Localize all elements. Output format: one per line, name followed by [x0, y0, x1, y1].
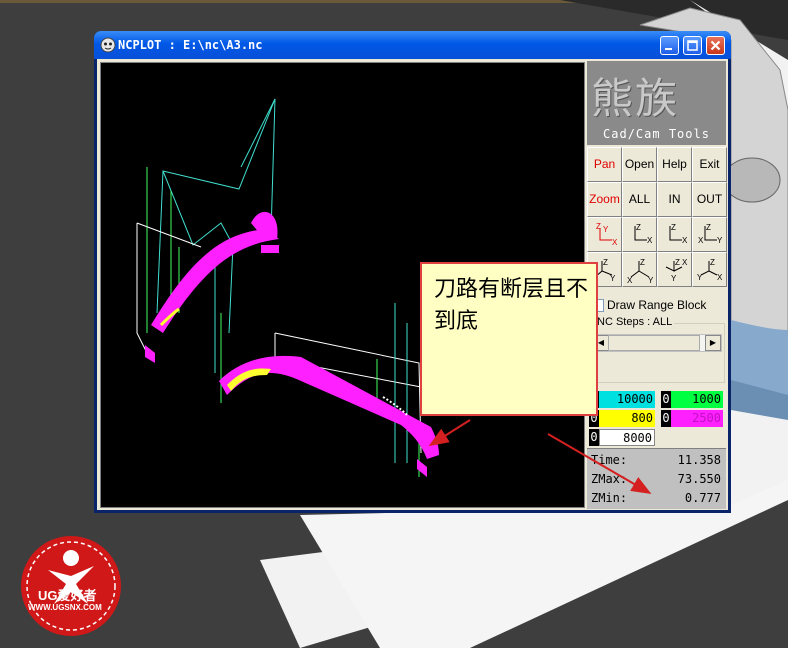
watermark-brand: UG爱好者 [38, 588, 97, 603]
arrow-to-zmin [547, 433, 652, 495]
arrow-to-toolpath [428, 419, 471, 447]
watermark-url: WWW.UGSNX.COM [28, 603, 102, 612]
